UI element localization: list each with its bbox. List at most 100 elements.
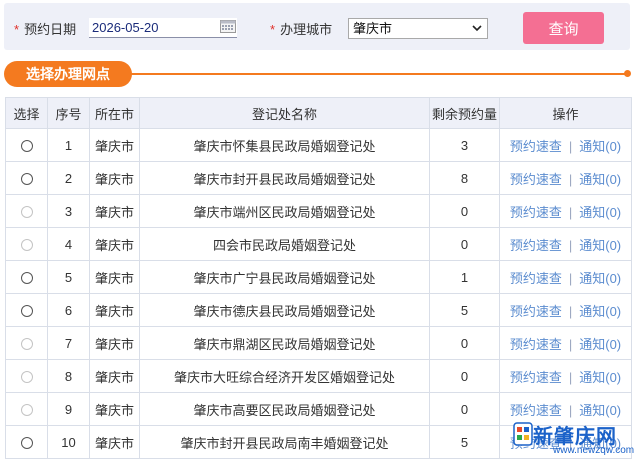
row-index: 2 xyxy=(47,161,90,195)
quick-query-link[interactable]: 预约速查 xyxy=(510,238,562,253)
row-select-cell xyxy=(5,128,48,162)
watermark-url: www.newzqw.com xyxy=(553,445,635,456)
row-actions: 预约速查 | 通知(0) xyxy=(499,326,632,360)
row-city: 肇庆市 xyxy=(89,227,140,261)
quick-query-link[interactable]: 预约速查 xyxy=(510,304,562,319)
notify-link[interactable]: 通知(0) xyxy=(579,139,621,154)
row-select-cell xyxy=(5,425,48,459)
table-row: 6 肇庆市 肇庆市德庆县民政局婚姻登记处 5 预约速查 | 通知(0) xyxy=(5,293,632,327)
action-separator: | xyxy=(568,336,573,352)
notify-link[interactable]: 通知(0) xyxy=(579,172,621,187)
action-separator: | xyxy=(568,303,573,319)
row-select-cell xyxy=(5,260,48,294)
row-actions: 预约速查 | 通知(0) xyxy=(499,293,632,327)
row-index: 8 xyxy=(47,359,90,393)
row-select-cell xyxy=(5,293,48,327)
row-registry-name: 肇庆市端州区民政局婚姻登记处 xyxy=(139,194,430,228)
row-select-cell xyxy=(5,326,48,360)
action-separator: | xyxy=(568,204,573,220)
row-index: 10 xyxy=(47,425,90,459)
row-radio[interactable] xyxy=(20,173,33,186)
row-city: 肇庆市 xyxy=(89,326,140,360)
city-label: * 办理城市 xyxy=(270,22,333,37)
row-radio[interactable] xyxy=(20,305,33,318)
row-radio xyxy=(20,239,33,252)
row-actions: 预约速查 | 通知(0) xyxy=(499,128,632,162)
quick-query-link[interactable]: 预约速查 xyxy=(510,205,562,220)
row-remaining: 1 xyxy=(429,260,500,294)
row-actions: 预约速查 | 通知(0) xyxy=(499,227,632,261)
date-input[interactable] xyxy=(89,18,237,38)
row-index: 5 xyxy=(47,260,90,294)
chevron-down-icon xyxy=(472,25,482,32)
site-watermark-logo: 新肇庆网 www.newzqw.com xyxy=(513,420,635,460)
row-remaining: 8 xyxy=(429,161,500,195)
table-row: 4 肇庆市 四会市民政局婚姻登记处 0 预约速查 | 通知(0) xyxy=(5,227,632,261)
header-index: 序号 xyxy=(47,97,90,129)
header-remaining: 剩余预约量 xyxy=(429,97,500,129)
table-row: 8 肇庆市 肇庆市大旺综合经济开发区婚姻登记处 0 预约速查 | 通知(0) xyxy=(5,359,632,393)
row-select-cell xyxy=(5,359,48,393)
row-radio[interactable] xyxy=(20,437,33,450)
row-radio[interactable] xyxy=(20,272,33,285)
header-registry-name: 登记处名称 xyxy=(139,97,430,129)
row-city: 肇庆市 xyxy=(89,128,140,162)
quick-query-link[interactable]: 预约速查 xyxy=(510,271,562,286)
header-city: 所在市 xyxy=(89,97,140,129)
row-remaining: 3 xyxy=(429,128,500,162)
action-separator: | xyxy=(568,369,573,385)
required-mark: * xyxy=(270,22,276,37)
row-city: 肇庆市 xyxy=(89,293,140,327)
action-separator: | xyxy=(568,171,573,187)
row-city: 肇庆市 xyxy=(89,359,140,393)
notify-link[interactable]: 通知(0) xyxy=(579,403,621,418)
query-button[interactable]: 查询 xyxy=(523,12,604,44)
row-city: 肇庆市 xyxy=(89,425,140,459)
notify-link[interactable]: 通知(0) xyxy=(579,337,621,352)
row-select-cell xyxy=(5,161,48,195)
section-divider-dot xyxy=(624,70,631,77)
row-index: 7 xyxy=(47,326,90,360)
action-separator: | xyxy=(568,237,573,253)
quick-query-link[interactable]: 预约速查 xyxy=(510,337,562,352)
row-remaining: 5 xyxy=(429,425,500,459)
section-title: 选择办理网点 xyxy=(4,61,132,87)
filter-bar: *预约日期 *办理城市 肇庆市 查询 xyxy=(4,3,630,50)
notify-link[interactable]: 通知(0) xyxy=(579,370,621,385)
city-select[interactable]: 肇庆市 xyxy=(348,18,488,39)
section-divider xyxy=(124,73,626,75)
quick-query-link[interactable]: 预约速查 xyxy=(510,370,562,385)
notify-link[interactable]: 通知(0) xyxy=(579,238,621,253)
row-radio xyxy=(20,404,33,417)
table-header-row: 选择 序号 所在市 登记处名称 剩余预约量 操作 xyxy=(5,97,632,129)
row-registry-name: 四会市民政局婚姻登记处 xyxy=(139,227,430,261)
header-actions: 操作 xyxy=(499,97,632,129)
notify-link[interactable]: 通知(0) xyxy=(579,304,621,319)
row-registry-name: 肇庆市怀集县民政局婚姻登记处 xyxy=(139,128,430,162)
quick-query-link[interactable]: 预约速查 xyxy=(510,403,562,418)
watermark-icon xyxy=(513,422,533,446)
row-registry-name: 肇庆市高要区民政局婚姻登记处 xyxy=(139,392,430,426)
row-registry-name: 肇庆市广宁县民政局婚姻登记处 xyxy=(139,260,430,294)
notify-link[interactable]: 通知(0) xyxy=(579,205,621,220)
quick-query-link[interactable]: 预约速查 xyxy=(510,139,562,154)
row-registry-name: 肇庆市鼎湖区民政局婚姻登记处 xyxy=(139,326,430,360)
calendar-icon[interactable] xyxy=(220,19,236,33)
row-radio xyxy=(20,371,33,384)
row-remaining: 5 xyxy=(429,293,500,327)
row-registry-name: 肇庆市德庆县民政局婚姻登记处 xyxy=(139,293,430,327)
row-remaining: 0 xyxy=(429,227,500,261)
notify-link[interactable]: 通知(0) xyxy=(579,271,621,286)
quick-query-link[interactable]: 预约速查 xyxy=(510,172,562,187)
city-selected-value: 肇庆市 xyxy=(353,21,393,36)
date-label: * 预约日期 xyxy=(14,22,77,37)
action-separator: | xyxy=(568,402,573,418)
table-row: 5 肇庆市 肇庆市广宁县民政局婚姻登记处 1 预约速查 | 通知(0) xyxy=(5,260,632,294)
row-remaining: 0 xyxy=(429,392,500,426)
row-city: 肇庆市 xyxy=(89,194,140,228)
row-city: 肇庆市 xyxy=(89,161,140,195)
row-select-cell xyxy=(5,392,48,426)
row-actions: 预约速查 | 通知(0) xyxy=(499,161,632,195)
table-row: 2 肇庆市 肇庆市封开县民政局婚姻登记处 8 预约速查 | 通知(0) xyxy=(5,161,632,195)
row-radio[interactable] xyxy=(20,140,33,153)
